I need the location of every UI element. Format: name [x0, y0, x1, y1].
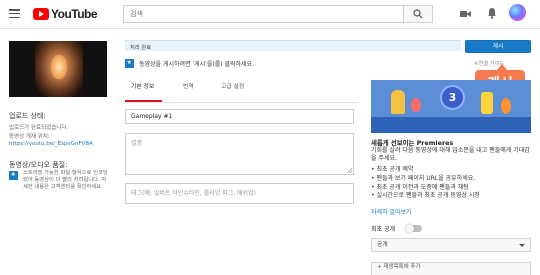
premiere-toggle[interactable]	[405, 224, 422, 233]
publish-button[interactable]: 게시	[465, 40, 531, 53]
learn-more-link[interactable]: 자세히 알아보기	[371, 207, 412, 216]
promo-character-icon	[391, 90, 405, 114]
search-box[interactable]	[123, 5, 404, 23]
upload-card: 업로드 상태: 업로드가 완료되었습니다. 동영상 게재 위치: https:/…	[0, 29, 540, 275]
promo-stage	[371, 117, 531, 133]
countdown-badge: 3	[440, 85, 465, 110]
logo-text: YouTube	[51, 7, 98, 21]
list-item: • 최초 공개 예약	[371, 166, 414, 173]
thumbnail-light	[51, 55, 67, 79]
quality-text: 스트리밍 가능한 파일 형식으로 인코딩되어 동영상이 더 빨리 처리됩니다. …	[23, 170, 108, 191]
tags-field[interactable]	[125, 183, 354, 204]
menu-icon[interactable]	[9, 9, 20, 18]
notification-bell-icon[interactable]	[487, 7, 497, 19]
promo-character-icon	[411, 98, 421, 112]
premieres-promo-banner: 3	[371, 80, 531, 133]
title-field[interactable]	[125, 109, 354, 124]
visibility-select[interactable]: 공개	[371, 238, 531, 252]
processing-status-label: 처리 완료	[130, 45, 152, 51]
youtube-logo[interactable]: YouTube	[33, 7, 98, 21]
video-url-label: 동영상 게재 위치:	[9, 134, 50, 140]
list-item: • 팬들과 보기 페이지 URL을 공유하세요.	[371, 174, 476, 182]
tags-input[interactable]	[126, 184, 353, 203]
promo-character-icon	[501, 98, 511, 114]
avatar[interactable]	[509, 4, 526, 21]
description-field[interactable]	[125, 133, 354, 175]
search-button[interactable]	[404, 5, 433, 23]
upload-status-label: 업로드 상태:	[9, 112, 46, 120]
premieres-title: 새롭게 선보이는 Premieres	[371, 139, 454, 147]
add-to-playlist-button[interactable]: + 재생목록에 추가	[371, 262, 531, 275]
search-input[interactable]	[124, 6, 403, 22]
star-icon	[9, 171, 18, 180]
title-input[interactable]	[126, 110, 353, 123]
premieres-feature-list: • 최초 공개 예약 • 팬들과 보기 페이지 URL을 공유하세요. • 최초…	[371, 166, 536, 201]
visibility-value: 공개	[377, 242, 388, 248]
video-thumbnail[interactable]	[9, 41, 107, 97]
star-icon	[125, 59, 134, 68]
search-icon	[413, 9, 423, 19]
tab-translation[interactable]: 번역	[183, 79, 194, 101]
tab-bar: 기본 정보 번역 고급 설정	[125, 79, 365, 101]
processing-status-bar: 처리 완료	[125, 40, 461, 51]
video-url-link[interactable]: https://youtu.be/_EspvGnFV8A	[9, 141, 93, 147]
quality-label: 동영상/오디오 품질:	[9, 161, 68, 169]
premiere-label: 최초 공개	[371, 226, 395, 233]
premieres-description: 기회를 살려 다음 동영상에 대해 입소문을 내고 팬들에게 기대감을 주세요.	[371, 147, 530, 163]
top-bar: YouTube	[0, 0, 540, 29]
description-input[interactable]	[126, 134, 353, 174]
promo-character-icon	[481, 92, 493, 114]
play-logo-icon	[33, 8, 49, 20]
upload-status-text: 업로드가 완료되었습니다.	[9, 125, 69, 131]
tab-basic-info[interactable]: 기본 정보	[131, 79, 154, 101]
tab-advanced-settings[interactable]: 고급 설정	[221, 79, 244, 101]
tabs-divider	[125, 102, 358, 103]
list-item: • 실시간으로 팬들과 최초 공개 동영상 시청	[371, 192, 480, 200]
video-camera-icon[interactable]	[460, 10, 471, 18]
chevron-down-icon	[519, 244, 525, 247]
resize-handle-icon[interactable]	[347, 168, 352, 173]
publish-notice: 동영상을 게시하려면 '게시'을(를) 클릭하세요.	[139, 61, 254, 68]
